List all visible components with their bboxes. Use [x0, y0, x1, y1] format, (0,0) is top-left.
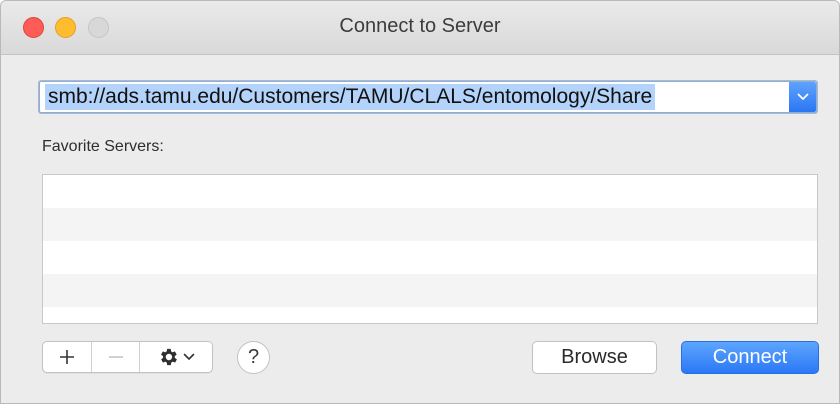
- browse-button[interactable]: Browse: [532, 341, 657, 374]
- list-item[interactable]: [43, 208, 817, 241]
- window-title: Connect to Server: [339, 15, 501, 37]
- minus-icon: [108, 356, 123, 358]
- favorite-servers-label: Favorite Servers:: [42, 138, 164, 155]
- connect-to-server-window: Connect to Server smb://ads.tamu.edu/Cus…: [0, 0, 840, 404]
- list-item[interactable]: [43, 274, 817, 307]
- favorites-toolbar: [42, 341, 213, 373]
- connect-button[interactable]: Connect: [681, 341, 819, 374]
- plus-icon: [60, 350, 74, 364]
- add-favorite-button[interactable]: [43, 342, 91, 372]
- remove-favorite-button: [91, 342, 139, 372]
- help-button[interactable]: ?: [237, 341, 270, 374]
- chevron-down-icon: [797, 93, 808, 100]
- server-address-combobox[interactable]: smb://ads.tamu.edu/Customers/TAMU/CLALS/…: [38, 80, 818, 114]
- chevron-down-icon: [183, 353, 195, 360]
- list-item[interactable]: [43, 241, 817, 274]
- address-history-dropdown[interactable]: [789, 82, 816, 112]
- favorite-servers-list[interactable]: [42, 174, 818, 324]
- action-menu-button[interactable]: [139, 342, 212, 372]
- list-item[interactable]: [43, 175, 817, 208]
- gear-icon: [161, 348, 177, 366]
- title-bar: Connect to Server: [1, 1, 839, 55]
- server-address-input[interactable]: smb://ads.tamu.edu/Customers/TAMU/CLALS/…: [45, 84, 656, 110]
